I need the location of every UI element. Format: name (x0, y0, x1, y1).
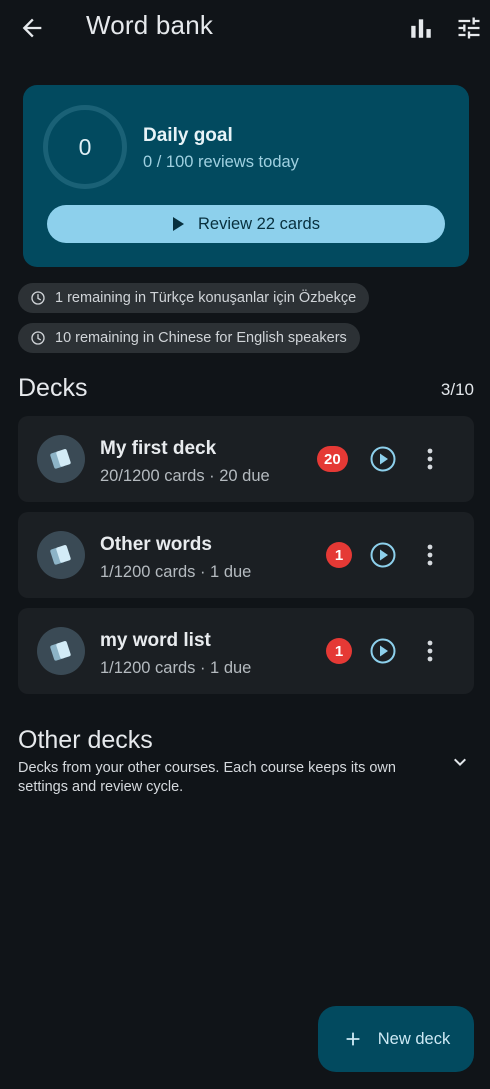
bar-chart-icon[interactable] (408, 14, 434, 42)
deck-row[interactable]: My first deck 20/1200 cards · 20 due 20 (18, 416, 474, 502)
remaining-chip[interactable]: 10 remaining in Chinese for English spea… (18, 323, 360, 353)
new-deck-button[interactable]: New deck (318, 1006, 474, 1072)
cards-icon (50, 545, 71, 565)
cards-icon (50, 449, 71, 469)
play-arrow-icon (173, 217, 184, 231)
goal-progress-ring: 0 (43, 105, 127, 189)
more-vert-icon[interactable] (418, 445, 442, 473)
deck-meta: 1/1200 cards · 1 due (100, 563, 252, 581)
chevron-down-icon[interactable] (448, 750, 472, 774)
daily-goal-card: 0 Daily goal 0 / 100 reviews today Revie… (23, 85, 469, 267)
deck-name: Other words (100, 534, 212, 555)
cards-icon (50, 641, 71, 661)
tune-icon[interactable] (455, 14, 483, 42)
more-vert-icon[interactable] (418, 541, 442, 569)
deck-name: my word list (100, 630, 211, 651)
deck-name: My first deck (100, 438, 217, 459)
app-bar: Word bank (0, 0, 490, 56)
decks-heading: Decks (18, 374, 88, 402)
goal-subtitle: 0 / 100 reviews today (143, 153, 299, 171)
due-badge: 20 (317, 446, 348, 472)
deck-meta: 20/1200 cards · 20 due (100, 467, 270, 485)
clock-icon (31, 331, 45, 345)
play-circle-icon[interactable] (370, 542, 396, 568)
new-deck-label: New deck (377, 1029, 451, 1048)
deck-avatar (37, 435, 85, 483)
page-title: Word bank (86, 10, 214, 40)
deck-row[interactable]: Other words 1/1200 cards · 1 due 1 (18, 512, 474, 598)
review-cards-button[interactable]: Review 22 cards (47, 205, 445, 243)
clock-icon (31, 291, 45, 305)
deck-avatar (37, 627, 85, 675)
other-decks-description: Decks from your other courses. Each cour… (18, 760, 396, 795)
deck-avatar (37, 531, 85, 579)
review-button-label: Review 22 cards (198, 214, 320, 233)
remaining-chip[interactable]: 1 remaining in Türkçe konuşanlar için Öz… (18, 283, 370, 313)
remaining-chip-label: 1 remaining in Türkçe konuşanlar için Öz… (55, 290, 357, 306)
goal-count: 0 (78, 133, 92, 160)
deck-count: 3/10 (440, 380, 474, 399)
play-circle-icon[interactable] (370, 638, 396, 664)
arrow-back-icon[interactable] (18, 14, 46, 42)
deck-row[interactable]: my word list 1/1200 cards · 1 due 1 (18, 608, 474, 694)
due-badge: 1 (326, 542, 352, 568)
remaining-chip-label: 10 remaining in Chinese for English spea… (55, 330, 347, 346)
plus-icon (346, 1032, 360, 1046)
deck-meta: 1/1200 cards · 1 due (100, 659, 252, 677)
other-decks-heading: Other decks (18, 726, 153, 754)
goal-title: Daily goal (143, 125, 233, 146)
more-vert-icon[interactable] (418, 637, 442, 665)
due-badge: 1 (326, 638, 352, 664)
play-circle-icon[interactable] (370, 446, 396, 472)
